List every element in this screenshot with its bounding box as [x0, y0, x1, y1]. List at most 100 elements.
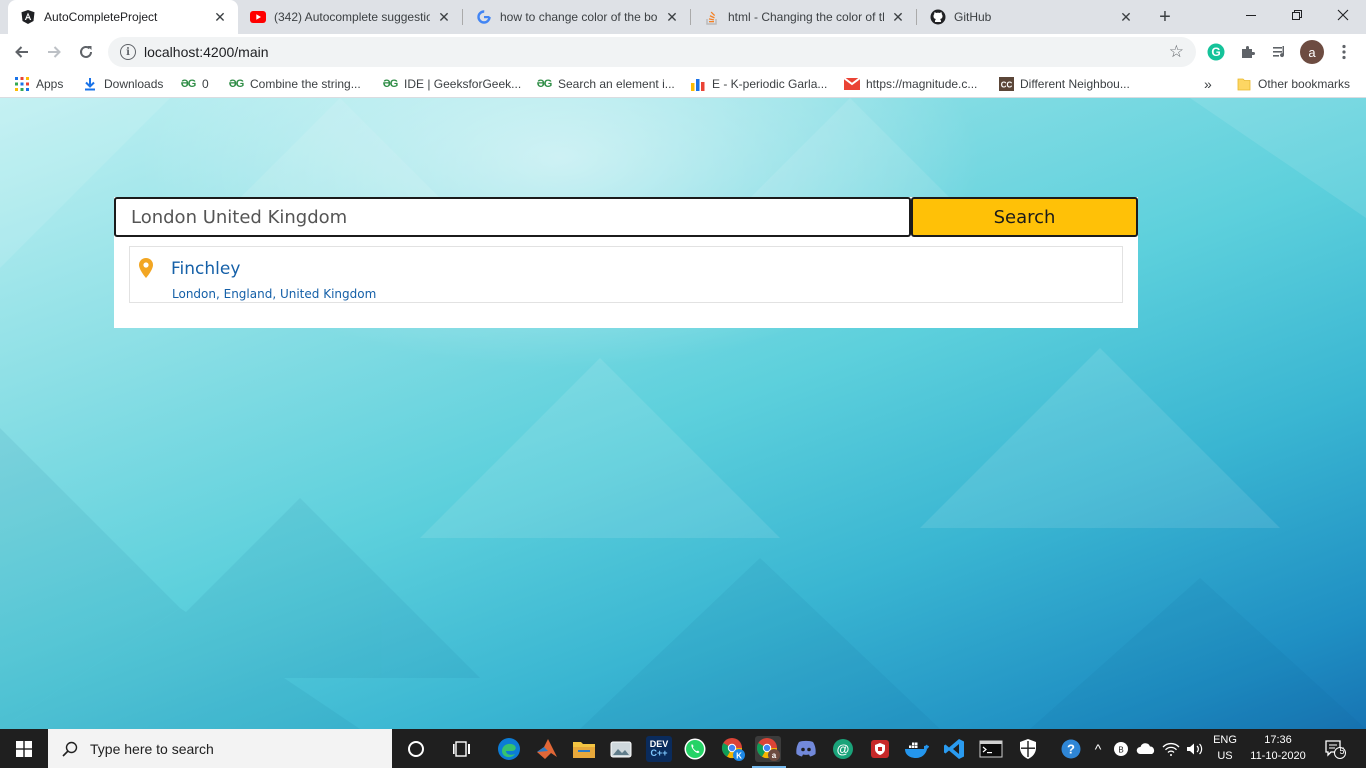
show-hidden-icons-chevron-icon[interactable]: ^: [1088, 729, 1108, 768]
action-center-button[interactable]: 5: [1320, 729, 1350, 768]
matlab-icon[interactable]: [534, 736, 560, 762]
wifi-icon[interactable]: [1160, 729, 1182, 768]
onedrive-cloud-icon[interactable]: [1134, 729, 1158, 768]
svg-text:CC: CC: [1000, 81, 1012, 90]
close-tab-icon[interactable]: ✕: [664, 9, 680, 25]
volume-icon[interactable]: [1184, 729, 1206, 768]
media-playlist-icon[interactable]: [1270, 42, 1290, 62]
minimize-button[interactable]: [1228, 0, 1274, 30]
taskbar-search-placeholder: Type here to search: [90, 740, 214, 757]
geeksforgeeks-icon: ƏG: [228, 78, 245, 90]
security-shield-app-icon[interactable]: [867, 736, 893, 762]
discord-icon[interactable]: [793, 736, 819, 762]
whatsapp-icon[interactable]: [682, 736, 708, 762]
file-explorer-icon[interactable]: [571, 736, 597, 762]
start-button[interactable]: [0, 729, 48, 768]
taskbar-search-box[interactable]: Type here to search: [48, 729, 392, 768]
bookmark-label: https://magnitude.c...: [866, 77, 978, 91]
terminal-icon[interactable]: [978, 736, 1004, 762]
region-label: US: [1217, 750, 1233, 762]
extensions-puzzle-icon[interactable]: [1238, 42, 1258, 62]
autocomplete-suggestion-item[interactable]: Finchley London, England, United Kingdom: [129, 246, 1123, 303]
forward-button[interactable]: [40, 38, 68, 66]
bookmark-label: Downloads: [104, 77, 164, 91]
bookmarks-overflow-chevron-icon[interactable]: »: [1204, 76, 1212, 92]
bookmark-label: Other bookmarks: [1258, 77, 1351, 91]
back-arrow-icon: [15, 46, 28, 58]
dev-cpp-icon[interactable]: DEV C++: [646, 736, 672, 762]
bookmark-magnitude[interactable]: https://magnitude.c...: [844, 76, 977, 92]
svg-text:G: G: [1211, 45, 1220, 59]
cortana-icon[interactable]: [403, 736, 429, 762]
chrome-profile-k-icon[interactable]: K: [720, 736, 746, 762]
reload-button[interactable]: [72, 38, 100, 66]
tab-strip: AutoCompleteProject ✕ (342) Autocomplete…: [0, 0, 1366, 34]
geeksforgeeks-icon: ƏG: [180, 78, 197, 90]
profile-avatar[interactable]: a: [1300, 40, 1324, 64]
search-card: London United Kingdom Search Finchley Lo…: [114, 197, 1138, 328]
bookmark-combine-string[interactable]: ƏG Combine the string...: [228, 76, 361, 92]
tab-divider: [916, 9, 917, 25]
language-label: ENG: [1213, 734, 1237, 746]
stackoverflow-icon: [704, 9, 720, 25]
svg-text:?: ?: [1067, 741, 1075, 756]
help-question-icon[interactable]: ?: [1058, 729, 1084, 768]
mail-at-icon[interactable]: @: [830, 736, 856, 762]
address-bar[interactable]: i localhost:4200/main ☆: [108, 37, 1196, 67]
photos-app-icon[interactable]: [608, 736, 634, 762]
grammarly-icon[interactable]: G: [1206, 42, 1226, 62]
bookmark-star-icon[interactable]: ☆: [1169, 42, 1184, 62]
bookmark-apps[interactable]: Apps: [14, 76, 63, 92]
tab-divider: [462, 9, 463, 25]
bookmark-other-bookmarks[interactable]: Other bookmarks: [1236, 76, 1350, 92]
close-tab-icon[interactable]: ✕: [436, 9, 452, 25]
tab-title: AutoCompleteProject: [44, 10, 158, 24]
tab-youtube[interactable]: (342) Autocomplete suggestion ✕: [238, 0, 462, 34]
close-tab-icon[interactable]: ✕: [1118, 9, 1134, 25]
forward-arrow-icon: [48, 46, 61, 58]
windows-logo-icon: [16, 740, 32, 757]
tray-app-icon[interactable]: B: [1110, 729, 1132, 768]
google-icon: [476, 9, 492, 25]
bookmark-ide-gfg[interactable]: ƏG IDE | GeeksforGeek...: [382, 76, 521, 92]
bookmark-gfg-0[interactable]: ƏG 0: [180, 76, 209, 92]
tab-google-search[interactable]: how to change color of the bo ✕: [464, 0, 690, 34]
input-language-indicator[interactable]: ENG US: [1208, 732, 1242, 764]
close-window-button[interactable]: [1320, 0, 1366, 30]
chrome-profile-a-icon[interactable]: a: [755, 736, 781, 762]
bookmark-label: Search an element i...: [558, 77, 675, 91]
browser-toolbar: i localhost:4200/main ☆ G a: [0, 34, 1366, 70]
tab-title: (342) Autocomplete suggestion: [274, 10, 430, 24]
apps-grid-icon: [14, 76, 30, 92]
bookmark-search-element[interactable]: ƏG Search an element i...: [536, 76, 675, 92]
bookmark-different-neighbours[interactable]: CC Different Neighbou...: [998, 76, 1130, 92]
tab-stackoverflow[interactable]: html - Changing the color of th ✕: [692, 0, 916, 34]
close-tab-icon[interactable]: ✕: [890, 9, 906, 25]
search-button[interactable]: Search: [911, 197, 1138, 237]
bookmark-k-periodic[interactable]: E - K-periodic Garla...: [690, 76, 827, 92]
windows-security-icon[interactable]: [1015, 736, 1041, 762]
bookmarks-bar: Apps Downloads ƏG 0 ƏG Combine the strin…: [0, 70, 1366, 98]
geeksforgeeks-icon: ƏG: [536, 78, 553, 90]
svg-text:a: a: [772, 751, 777, 760]
tab-github[interactable]: GitHub ✕: [918, 0, 1144, 34]
restore-button[interactable]: [1274, 0, 1320, 30]
bookmark-downloads[interactable]: Downloads: [82, 76, 163, 92]
location-search-input[interactable]: London United Kingdom: [114, 197, 911, 237]
gmail-icon: [844, 76, 860, 92]
system-clock[interactable]: 17:36 11-10-2020: [1240, 732, 1316, 764]
new-tab-button[interactable]: +: [1154, 6, 1176, 28]
site-info-icon[interactable]: i: [120, 44, 136, 60]
tab-divider: [690, 9, 691, 25]
close-tab-icon[interactable]: ✕: [212, 9, 228, 25]
codeforces-icon: [690, 76, 706, 92]
tab-autocompleteproject[interactable]: AutoCompleteProject ✕: [8, 0, 238, 34]
back-button[interactable]: [8, 38, 36, 66]
vscode-icon[interactable]: [941, 736, 967, 762]
svg-text:K: K: [736, 752, 742, 761]
browser-menu-icon[interactable]: [1334, 42, 1354, 62]
docker-icon[interactable]: [904, 736, 930, 762]
svg-text:B: B: [1118, 745, 1123, 754]
edge-browser-icon[interactable]: [496, 736, 522, 762]
task-view-icon[interactable]: [450, 736, 476, 762]
